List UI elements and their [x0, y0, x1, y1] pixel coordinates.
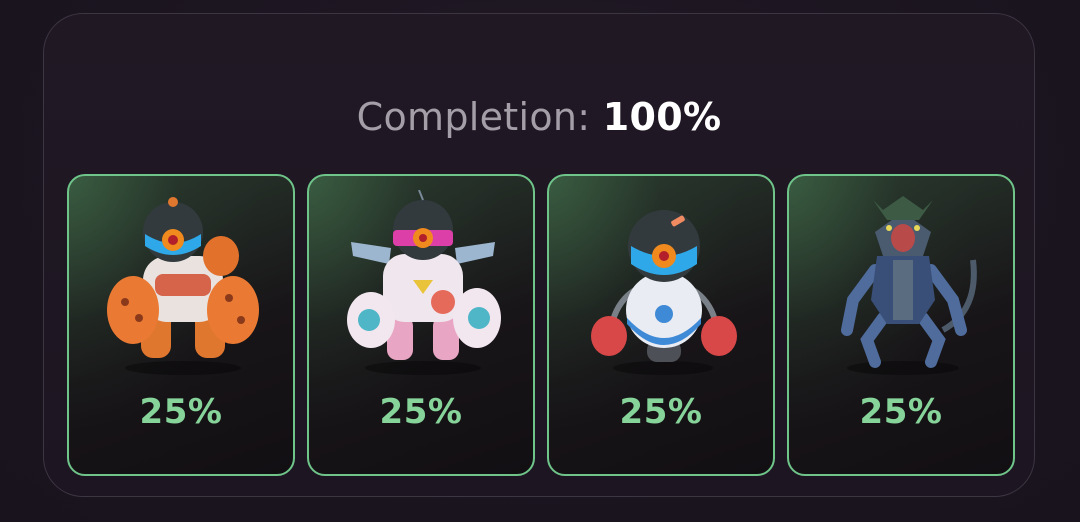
character-card-1[interactable]: 25% [67, 174, 295, 476]
orange-mech-robot-icon [107, 197, 259, 375]
character-card-2[interactable]: 25% [307, 174, 535, 476]
completion-value: 100% [602, 95, 722, 139]
boxing-capsule-robot-icon [591, 210, 737, 375]
blue-armored-werewolf-icon [841, 196, 977, 375]
character-cards: 25% 25% 25% 25% [67, 174, 1015, 476]
character-card-4[interactable]: 25% [787, 174, 1015, 476]
character-card-3[interactable]: 25% [547, 174, 775, 476]
card-1-percent: 25% [139, 392, 223, 432]
card-3-percent: 25% [619, 392, 703, 432]
card-2-percent: 25% [379, 392, 463, 432]
completion-heading: Completion: 100% [44, 94, 1034, 140]
completion-screen: Completion: 100% 25% 25% 25% 25% [0, 0, 1080, 522]
card-4-percent: 25% [859, 392, 943, 432]
white-pink-mech-robot-icon [347, 190, 501, 375]
completion-label: Completion: [356, 95, 591, 139]
